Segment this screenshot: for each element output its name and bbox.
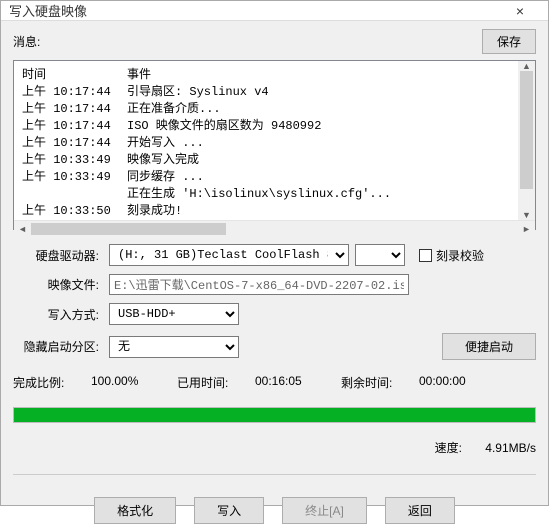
- dialog-window: 写入硬盘映像 × 消息: 保存 时间 事件 上午 10:17:44引导扇区: S…: [0, 0, 549, 506]
- method-label: 写入方式:: [13, 306, 103, 323]
- log-row: 上午 10:17:44引导扇区: Syslinux v4: [22, 84, 527, 101]
- log-event: 映像写入完成: [127, 152, 199, 169]
- scroll-thumb-x[interactable]: [31, 223, 226, 235]
- speed-row: 速度: 4.91MB/s: [13, 439, 536, 456]
- log-event: 正在生成 'H:\isolinux\syslinux.cfg'...: [127, 186, 391, 203]
- verify-checkbox-wrap[interactable]: 刻录校验: [419, 247, 484, 264]
- log-row: 上午 10:33:50刻录成功!: [22, 203, 527, 220]
- speed-value: 4.91MB/s: [485, 441, 536, 455]
- abort-button[interactable]: 终止[A]: [282, 497, 367, 524]
- log-event: 刻录成功!: [127, 203, 182, 220]
- remain-value: 00:00:00: [419, 374, 499, 391]
- log-box: 时间 事件 上午 10:17:44引导扇区: Syslinux v4上午 10:…: [13, 60, 536, 230]
- log-time: 上午 10:17:44: [22, 118, 127, 135]
- message-row: 消息: 保存: [13, 29, 536, 54]
- boot-button[interactable]: 便捷启动: [442, 333, 536, 360]
- button-row: 格式化 写入 终止[A] 返回: [13, 497, 536, 524]
- log-event: ISO 映像文件的扇区数为 9480992: [127, 118, 321, 135]
- log-time: [22, 186, 127, 203]
- elapsed-value: 00:16:05: [255, 374, 335, 391]
- log-body: 上午 10:17:44引导扇区: Syslinux v4上午 10:17:44正…: [14, 84, 535, 220]
- done-ratio-label: 完成比例:: [13, 374, 85, 391]
- remain-label: 剩余时间:: [341, 374, 413, 391]
- scroll-up-icon[interactable]: ▲: [518, 61, 535, 71]
- close-icon[interactable]: ×: [500, 3, 540, 19]
- col-time-header: 时间: [22, 65, 127, 82]
- method-select[interactable]: USB-HDD+: [109, 303, 239, 325]
- scrollbar-vertical[interactable]: ▲ ▼: [518, 61, 535, 220]
- scroll-thumb-y[interactable]: [520, 71, 533, 189]
- log-event: 开始写入 ...: [127, 135, 204, 152]
- done-ratio-value: 100.00%: [91, 374, 171, 391]
- save-button[interactable]: 保存: [482, 29, 536, 54]
- titlebar: 写入硬盘映像 ×: [1, 1, 548, 21]
- log-event: 正在准备介质...: [127, 101, 221, 118]
- scroll-down-icon[interactable]: ▼: [518, 210, 535, 220]
- image-label: 映像文件:: [13, 276, 103, 293]
- elapsed-label: 已用时间:: [177, 374, 249, 391]
- hidden-label: 隐藏启动分区:: [13, 338, 103, 355]
- progress-bar: [13, 407, 536, 423]
- content-area: 消息: 保存 时间 事件 上午 10:17:44引导扇区: Syslinux v…: [1, 21, 548, 532]
- log-row: 上午 10:33:49同步缓存 ...: [22, 169, 527, 186]
- log-row: 上午 10:17:44正在准备介质...: [22, 101, 527, 118]
- scrollbar-horizontal[interactable]: ◄ ►: [14, 220, 535, 237]
- log-time: 上午 10:33:50: [22, 203, 127, 220]
- log-row: 上午 10:17:44ISO 映像文件的扇区数为 9480992: [22, 118, 527, 135]
- verify-checkbox[interactable]: [419, 249, 432, 262]
- scroll-track-x[interactable]: [31, 221, 518, 237]
- divider: [13, 474, 536, 475]
- log-event: 引导扇区: Syslinux v4: [127, 84, 269, 101]
- col-event-header: 事件: [127, 65, 151, 82]
- scroll-left-icon[interactable]: ◄: [14, 221, 31, 237]
- message-label: 消息:: [13, 33, 474, 50]
- drive-select-extra[interactable]: [355, 244, 405, 266]
- log-time: 上午 10:17:44: [22, 101, 127, 118]
- progress-fill: [14, 408, 535, 422]
- log-row: 正在生成 'H:\isolinux\syslinux.cfg'...: [22, 186, 527, 203]
- log-header: 时间 事件: [14, 61, 535, 84]
- image-field[interactable]: [109, 274, 409, 295]
- back-button[interactable]: 返回: [385, 497, 455, 524]
- log-row: 上午 10:17:44开始写入 ...: [22, 135, 527, 152]
- log-time: 上午 10:17:44: [22, 135, 127, 152]
- form-area: 硬盘驱动器: (H:, 31 GB)Teclast CoolFlash 8.07…: [13, 244, 536, 368]
- window-title: 写入硬盘映像: [9, 1, 500, 20]
- drive-select[interactable]: (H:, 31 GB)Teclast CoolFlash 8.07: [109, 244, 349, 266]
- stats-row: 完成比例: 100.00% 已用时间: 00:16:05 剩余时间: 00:00…: [13, 374, 536, 391]
- verify-label: 刻录校验: [436, 247, 484, 264]
- log-event: 同步缓存 ...: [127, 169, 204, 186]
- drive-label: 硬盘驱动器:: [13, 247, 103, 264]
- log-time: 上午 10:17:44: [22, 84, 127, 101]
- format-button[interactable]: 格式化: [94, 497, 176, 524]
- scroll-right-icon[interactable]: ►: [518, 221, 535, 237]
- log-time: 上午 10:33:49: [22, 169, 127, 186]
- log-row: 上午 10:33:49映像写入完成: [22, 152, 527, 169]
- write-button[interactable]: 写入: [194, 497, 264, 524]
- log-time: 上午 10:33:49: [22, 152, 127, 169]
- speed-label: 速度:: [435, 441, 462, 455]
- scroll-track-y[interactable]: [518, 71, 535, 210]
- hidden-select[interactable]: 无: [109, 336, 239, 358]
